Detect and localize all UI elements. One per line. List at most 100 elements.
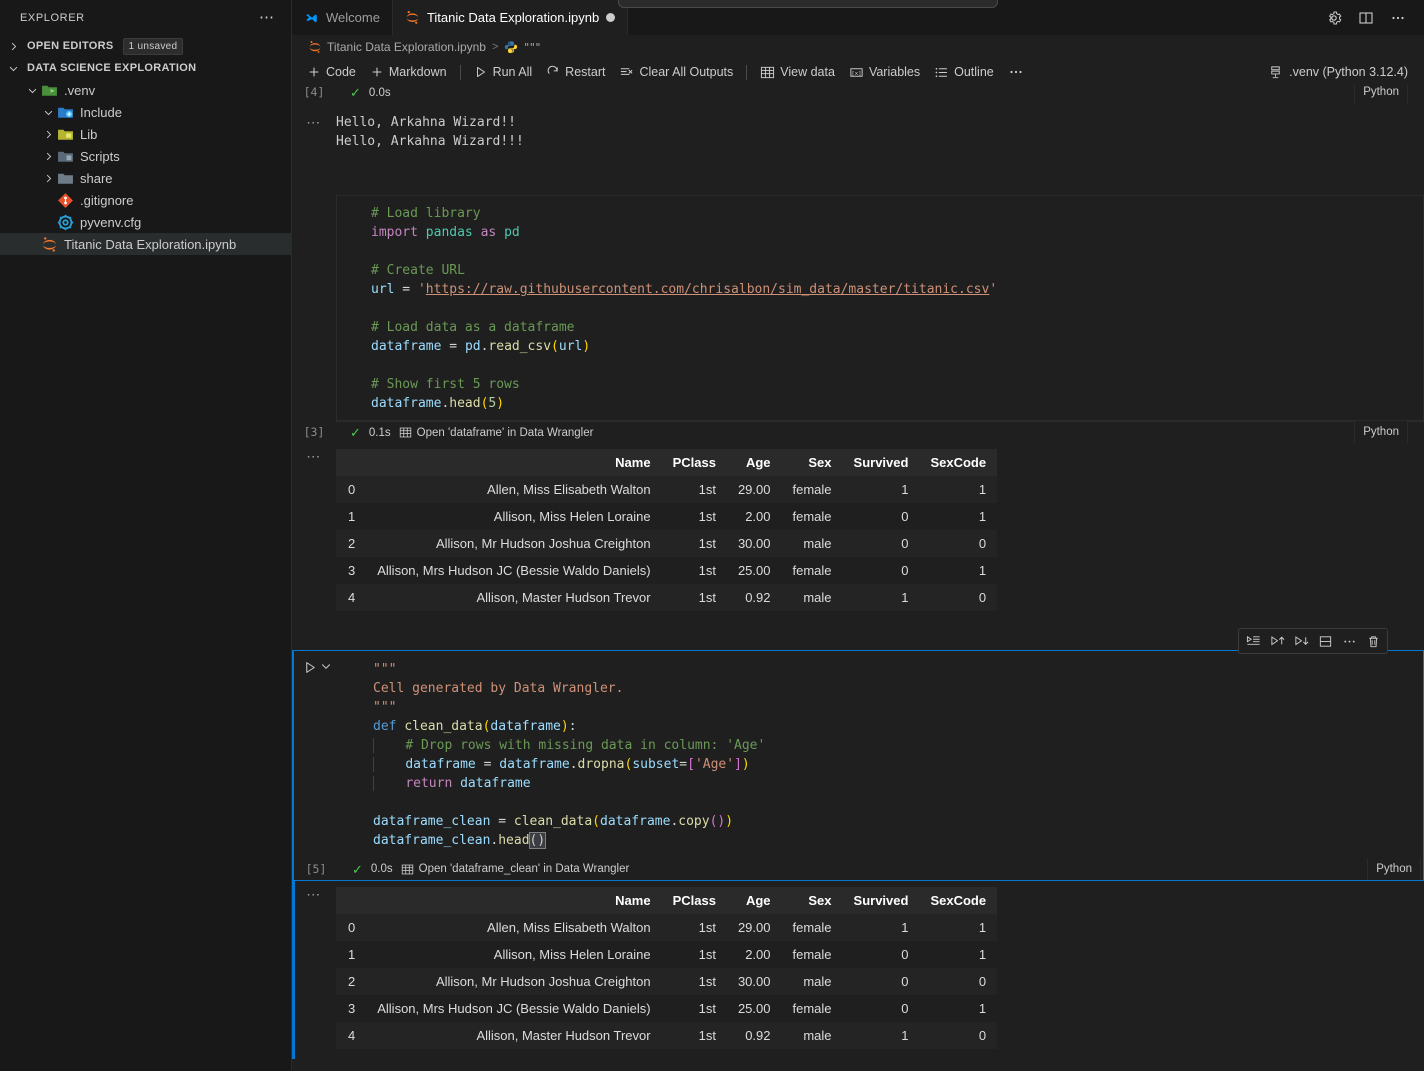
cell-status-bar: [3] ✓ 0.1s Open 'dataframe' in Data Wran… xyxy=(292,421,1424,443)
open-in-data-wrangler-link[interactable]: Open 'dataframe' in Data Wrangler xyxy=(399,426,594,439)
output-more-ellipsis-icon[interactable]: ⋯ xyxy=(306,453,322,459)
code-token: = xyxy=(476,757,499,772)
split-cell-icon[interactable] xyxy=(1313,631,1337,651)
code-token xyxy=(373,757,405,772)
file-tree-item[interactable]: Include xyxy=(0,101,291,123)
code-editor[interactable]: """Cell generated by Data Wrangler."""de… xyxy=(338,651,1423,858)
table-cell: 30.00 xyxy=(727,968,782,995)
table-column-header: Survived xyxy=(843,449,920,476)
code-token: ) xyxy=(496,396,504,411)
more-actions-ellipsis-icon[interactable] xyxy=(1384,4,1412,32)
restart-kernel-button[interactable]: Restart xyxy=(539,63,612,81)
tab-titanic-notebook[interactable]: Titanic Data Exploration.ipynb xyxy=(393,0,628,35)
breadcrumb-separator: > xyxy=(491,41,499,53)
cell-language[interactable]: Python xyxy=(1367,858,1421,880)
check-icon: ✓ xyxy=(350,86,361,99)
file-tree: .venvIncludeLibScriptsshare.gitignorepyv… xyxy=(0,79,291,255)
folder-venv-icon xyxy=(40,82,58,99)
variables-button[interactable]: [x] Variables xyxy=(842,63,927,82)
output-more-ellipsis-icon[interactable]: ⋯ xyxy=(306,891,322,897)
table-cell: 1 xyxy=(919,914,997,941)
file-tree-item[interactable]: Scripts xyxy=(0,145,291,167)
breadcrumb[interactable]: Titanic Data Exploration.ipynb > """ xyxy=(292,35,1424,59)
file-tree-item[interactable]: .venv xyxy=(0,79,291,101)
jupyter-icon xyxy=(405,10,420,25)
code-token: clean_data xyxy=(404,719,482,734)
chevron-down-icon[interactable] xyxy=(320,660,332,672)
file-tree-item[interactable]: .gitignore xyxy=(0,189,291,211)
table-row: 2Allison, Mr Hudson Joshua Creighton1st3… xyxy=(336,968,997,995)
chevron-right-icon[interactable] xyxy=(40,173,56,184)
table-cell: 1st xyxy=(662,995,727,1022)
run-all-button[interactable]: Run All xyxy=(467,63,540,81)
cell-focus-indicator xyxy=(292,881,295,1059)
delete-cell-icon[interactable] xyxy=(1361,631,1385,651)
chevron-right-icon[interactable] xyxy=(40,129,56,140)
code-token: # Load library xyxy=(371,206,481,221)
code-line xyxy=(373,793,1422,812)
command-center[interactable] xyxy=(618,0,998,8)
execution-duration: 0.0s xyxy=(369,87,391,99)
code-token: # Load data as a dataframe xyxy=(371,320,575,335)
more-actions-ellipsis-icon[interactable] xyxy=(1337,631,1361,651)
table-cell: Allison, Mr Hudson Joshua Creighton xyxy=(366,968,661,995)
execute-above-cells-icon[interactable] xyxy=(1265,631,1289,651)
plus-icon xyxy=(307,65,321,79)
add-markdown-cell-button[interactable]: Markdown xyxy=(363,63,454,81)
code-editor[interactable]: # Load libraryimport pandas as pd # Crea… xyxy=(336,195,1424,421)
execute-cell-and-below-icon[interactable] xyxy=(1289,631,1313,651)
explorer-more-icon[interactable]: ⋯ xyxy=(251,13,283,23)
split-editor-icon[interactable] xyxy=(1352,4,1380,32)
section-workspace-folder[interactable]: DATA SCIENCE EXPLORATION xyxy=(0,57,291,79)
table-cell: 0 xyxy=(843,557,920,584)
code-token: ] xyxy=(734,757,742,772)
section-open-editors[interactable]: OPEN EDITORS 1 unsaved xyxy=(0,35,291,57)
table-row: 3Allison, Mrs Hudson JC (Bessie Waldo Da… xyxy=(336,995,997,1022)
chevron-down-icon[interactable] xyxy=(24,85,40,96)
status-inner: ✓ 0.0s Open 'dataframe_clean' in Data Wr… xyxy=(338,858,1423,880)
breadcrumb-file[interactable]: Titanic Data Exploration.ipynb xyxy=(327,40,486,54)
table-cell: 1 xyxy=(919,995,997,1022)
open-in-data-wrangler-link[interactable]: Open 'dataframe_clean' in Data Wrangler xyxy=(401,863,630,876)
toolbar-overflow-ellipsis-icon[interactable] xyxy=(1001,62,1031,82)
code-token: dataframe xyxy=(371,339,441,354)
outline-button[interactable]: Outline xyxy=(927,63,1001,82)
execution-count: [5] xyxy=(294,862,338,876)
add-code-cell-button[interactable]: Code xyxy=(300,63,363,81)
output-body: Hello, Arkahna Wizard!! Hello, Arkahna W… xyxy=(336,109,1424,151)
cell-language[interactable]: Python xyxy=(1354,421,1408,443)
file-tree-item[interactable]: share xyxy=(0,167,291,189)
cell-status-bar: [5] ✓ 0.0s Open 'dataframe_clean' in Dat… xyxy=(294,858,1423,880)
run-by-line-icon[interactable] xyxy=(1241,631,1265,651)
table-cell: female xyxy=(782,557,843,584)
code-line xyxy=(371,356,1423,375)
code-line: url = 'https://raw.githubusercontent.com… xyxy=(371,280,1423,299)
chevron-down-icon[interactable] xyxy=(40,107,56,118)
tab-welcome[interactable]: Welcome xyxy=(292,0,393,35)
chevron-right-icon[interactable] xyxy=(40,151,56,162)
run-cell-button[interactable] xyxy=(303,660,318,675)
cell-language[interactable]: Python xyxy=(1354,85,1408,103)
table-cell: male xyxy=(782,968,843,995)
toolbar-label: Clear All Outputs xyxy=(639,65,733,79)
dataframe-output: NamePClassAgeSexSurvivedSexCode0Allen, M… xyxy=(336,443,1424,621)
cell-output-dataframe: ⋯ NamePClassAgeSexSurvivedSexCode0Allen,… xyxy=(292,443,1424,621)
tab-label: Welcome xyxy=(326,10,380,25)
workspace-folder-label: DATA SCIENCE EXPLORATION xyxy=(27,62,196,74)
dataframe-output: NamePClassAgeSexSurvivedSexCode0Allen, M… xyxy=(336,881,1424,1059)
unsaved-indicator-icon[interactable] xyxy=(606,13,615,22)
breadcrumb-cell-symbol[interactable]: """ xyxy=(523,41,540,54)
view-data-button[interactable]: View data xyxy=(753,63,842,82)
clear-all-outputs-button[interactable]: Clear All Outputs xyxy=(612,63,740,82)
output-more-ellipsis-icon[interactable]: ⋯ xyxy=(306,119,322,125)
file-tree-item[interactable]: pyvenv.cfg xyxy=(0,211,291,233)
table-column-header: SexCode xyxy=(919,449,997,476)
stream-line: Hello, Arkahna Wizard!! xyxy=(336,113,1424,132)
table-cell: male xyxy=(782,530,843,557)
settings-gear-icon[interactable] xyxy=(1320,4,1348,32)
kernel-selector[interactable]: .venv (Python 3.12.4) xyxy=(1262,63,1414,82)
file-tree-item[interactable]: Lib xyxy=(0,123,291,145)
code-line: Cell generated by Data Wrangler. xyxy=(373,679,1422,698)
explorer-header: EXPLORER ⋯ xyxy=(0,0,291,35)
file-tree-item[interactable]: Titanic Data Exploration.ipynb xyxy=(0,233,291,255)
